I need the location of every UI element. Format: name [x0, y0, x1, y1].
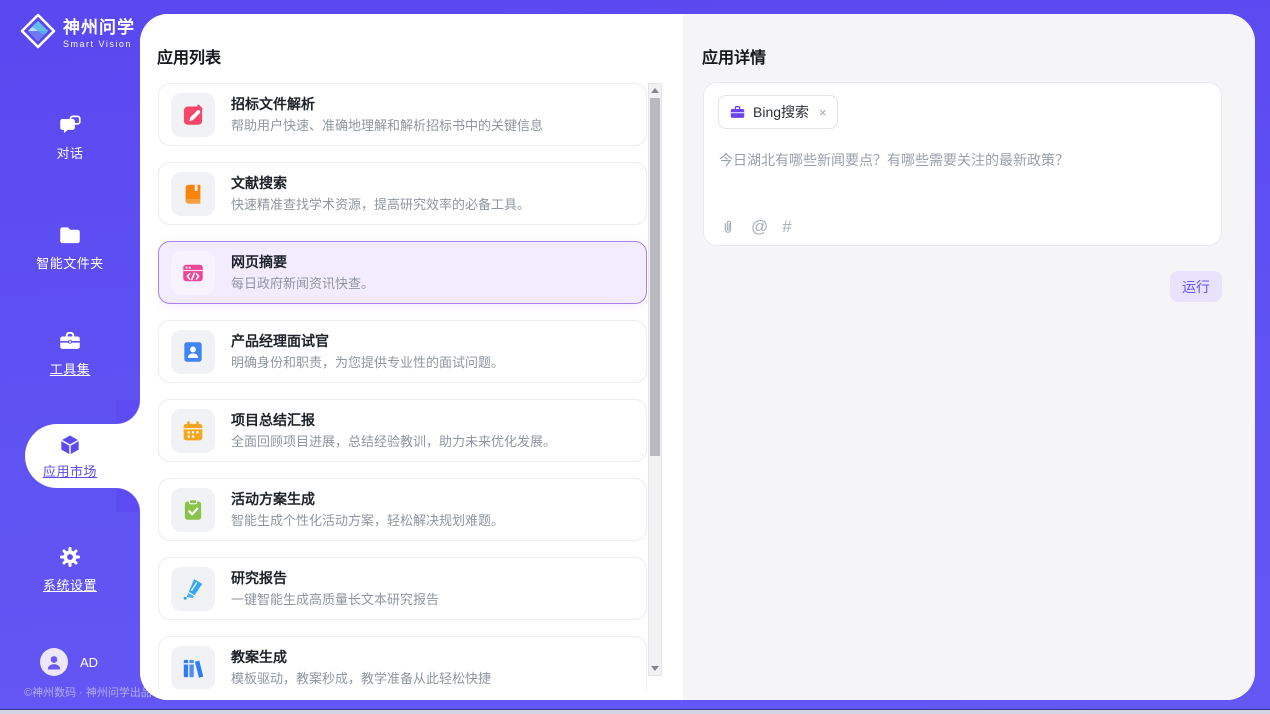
books-icon [171, 646, 215, 690]
user-account[interactable]: AD [40, 648, 98, 676]
sidebar-item-chat[interactable]: 对话 [0, 112, 140, 162]
tool-tag-label: Bing搜索 [753, 102, 809, 122]
hash-topic-icon[interactable]: # [782, 217, 791, 237]
app-item-desc: 模板驱动，教案秒成，教学准备从此轻松快捷 [231, 672, 491, 685]
scroll-down-button[interactable] [649, 662, 661, 675]
cube-icon [57, 432, 83, 458]
app-item-pm-interviewer[interactable]: 产品经理面试官 明确身份和职责，为您提供专业性的面试问题。 [158, 320, 647, 383]
sidebar-item-smart-folder[interactable]: 智能文件夹 [0, 222, 140, 272]
app-list-title: 应用列表 [157, 44, 221, 68]
person-document-icon [171, 330, 215, 374]
close-icon[interactable]: × [819, 105, 827, 120]
sidebar-item-toolset[interactable]: 工具集 [0, 328, 140, 378]
sidebar: 神州问学 Smart Vision 对话 智能文件夹 [0, 0, 140, 714]
main-window: 应用列表 招标文件解析 帮助用户快速、准确地理解和解析招标书中的关键信息 [140, 14, 1255, 700]
app-item-desc: 智能生成个性化活动方案，轻松解决规划难题。 [231, 514, 504, 527]
scroll-up-button[interactable] [649, 84, 661, 97]
research-pen-icon [171, 567, 215, 611]
tool-tag-bing-search[interactable]: Bing搜索 × [718, 95, 838, 129]
scroll-down-icon [651, 666, 659, 671]
edit-document-icon [171, 93, 215, 137]
run-button[interactable]: 运行 [1170, 271, 1222, 302]
scroll-thumb[interactable] [650, 98, 660, 456]
folder-icon [57, 222, 83, 248]
app-item-desc: 快速精准查找学术资源，提高研究效率的必备工具。 [231, 198, 530, 211]
app-item-desc: 一键智能生成高质量长文本研究报告 [231, 593, 439, 606]
app-list-panel: 应用列表 招标文件解析 帮助用户快速、准确地理解和解析招标书中的关键信息 [140, 14, 683, 700]
attach-toolbar: @ # [719, 217, 792, 237]
chat-icon [57, 112, 83, 138]
app-item-title: 网页摘要 [231, 255, 374, 269]
app-list: 招标文件解析 帮助用户快速、准确地理解和解析招标书中的关键信息 文献搜索 [158, 83, 647, 689]
app-item-title: 项目总结汇报 [231, 413, 556, 427]
avatar [40, 648, 68, 676]
logo: 神州问学 Smart Vision [18, 11, 135, 56]
prompt-card: Bing搜索 × 今日湖北有哪些新闻要点？有哪些需要关注的最新政策？ @ # [703, 82, 1222, 246]
book-icon [171, 172, 215, 216]
app-item-lesson-plan[interactable]: 教案生成 模板驱动，教案秒成，教学准备从此轻松快捷 [158, 636, 647, 689]
app-item-title: 招标文件解析 [231, 97, 543, 111]
sidebar-item-label: 对话 [56, 143, 83, 162]
app-item-title: 活动方案生成 [231, 492, 504, 506]
logo-title: 神州问学 [63, 19, 135, 36]
briefcase-icon [729, 104, 746, 121]
app-detail-panel: 应用详情 Bing搜索 × 今日湖北有哪些新闻要点？有哪些需要关注的最新政策？ [683, 14, 1255, 700]
app-item-event-plan[interactable]: 活动方案生成 智能生成个性化活动方案，轻松解决规划难题。 [158, 478, 647, 541]
gear-icon [57, 544, 83, 570]
app-item-desc: 明确身份和职责，为您提供专业性的面试问题。 [231, 356, 504, 369]
at-mention-icon[interactable]: @ [751, 217, 768, 237]
app-item-desc: 帮助用户快速、准确地理解和解析招标书中的关键信息 [231, 119, 543, 132]
webpage-code-icon [171, 251, 215, 295]
sidebar-item-label: 智能文件夹 [36, 253, 104, 272]
logo-diamond-icon [18, 11, 58, 56]
copyright-text: ©神州数码 · 神州问学出品 [24, 684, 152, 700]
user-initials: AD [80, 655, 98, 670]
sidebar-item-label: 工具集 [50, 359, 91, 378]
scroll-up-icon [651, 88, 659, 93]
app-item-title: 产品经理面试官 [231, 334, 504, 348]
app-item-desc: 每日政府新闻资讯快查。 [231, 277, 374, 290]
sidebar-item-label: 应用市场 [43, 461, 97, 480]
logo-subtitle: Smart Vision [63, 40, 135, 49]
app-item-research-report[interactable]: 研究报告 一键智能生成高质量长文本研究报告 [158, 557, 647, 620]
bottom-edge-strip [0, 709, 1270, 714]
app-item-literature-search[interactable]: 文献搜索 快速精准查找学术资源，提高研究效率的必备工具。 [158, 162, 647, 225]
scrollbar[interactable] [648, 83, 662, 676]
sidebar-item-app-market[interactable]: 应用市场 [0, 424, 140, 488]
app-root: 神州问学 Smart Vision 对话 智能文件夹 [0, 0, 1270, 714]
clipboard-check-icon [171, 488, 215, 532]
toolbox-icon [57, 328, 83, 354]
app-item-project-summary[interactable]: 项目总结汇报 全面回顾项目进展，总结经验教训，助力未来优化发展。 [158, 399, 647, 462]
person-icon [44, 652, 64, 672]
app-item-webpage-summary[interactable]: 网页摘要 每日政府新闻资讯快查。 [158, 241, 647, 304]
app-detail-title: 应用详情 [702, 44, 766, 68]
calendar-icon [171, 409, 215, 453]
paperclip-icon[interactable] [719, 217, 737, 237]
app-item-desc: 全面回顾项目进展，总结经验教训，助力未来优化发展。 [231, 435, 556, 448]
app-item-title: 研究报告 [231, 571, 439, 585]
sidebar-item-label: 系统设置 [43, 575, 97, 594]
query-input[interactable]: 今日湖北有哪些新闻要点？有哪些需要关注的最新政策？ [719, 151, 1207, 171]
sidebar-item-settings[interactable]: 系统设置 [0, 544, 140, 594]
app-item-tender-parse[interactable]: 招标文件解析 帮助用户快速、准确地理解和解析招标书中的关键信息 [158, 83, 647, 146]
app-item-title: 教案生成 [231, 650, 491, 664]
app-item-title: 文献搜索 [231, 176, 530, 190]
